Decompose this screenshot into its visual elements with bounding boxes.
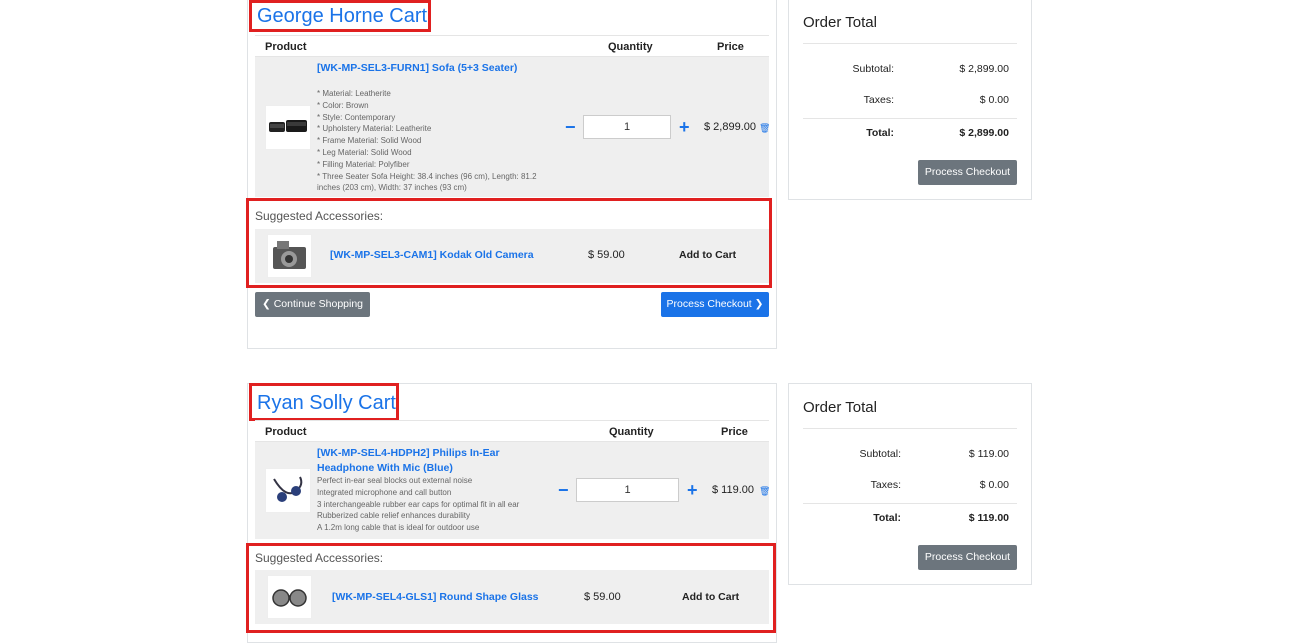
add-to-cart-button[interactable]: Add to Cart [679,249,736,261]
order-total-title: Order Total [803,399,877,416]
taxes-value: $ 0.00 [979,94,1009,106]
header-quantity: Quantity [608,41,653,53]
subtotal-value: $ 119.00 [968,448,1009,460]
order-process-checkout-button[interactable]: Process Checkout [918,545,1017,570]
suggested-accessories-box: Suggested Accessories: [WK-MP-SEL3-CAM1]… [246,198,772,288]
quantity-input[interactable]: 1 [576,478,679,502]
order-total-card: Order Total Subtotal: $ 2,899.00 Taxes: … [788,0,1032,200]
product-image [265,468,311,513]
total-value: $ 2,899.00 [959,127,1009,139]
order-process-checkout-button[interactable]: Process Checkout [918,160,1017,185]
header-quantity: Quantity [609,426,654,438]
increase-quantity-button[interactable]: + [687,481,698,499]
header-product: Product [265,41,307,53]
product-price: $ 119.00 [712,484,755,496]
subtotal-label: Subtotal: [852,63,894,75]
trash-icon[interactable]: 🗑 [759,123,770,134]
suggested-accessories-title: Suggested Accessories: [255,209,384,223]
taxes-value: $ 0.00 [979,479,1009,491]
product-description: Perfect in-ear seal blocks out external … [317,476,520,533]
increase-quantity-button[interactable]: + [679,118,690,136]
glasses-image [267,575,312,619]
total-label: Total: [873,512,901,524]
subtotal-label: Subtotal: [859,448,901,460]
order-total-title: Order Total [803,14,877,31]
divider [803,428,1017,429]
suggested-item-price: $ 59.00 [584,591,621,603]
quantity-input[interactable]: 1 [583,115,671,139]
total-value: $ 119.00 [968,512,1009,524]
header-product: Product [265,426,307,438]
suggested-item-row: [WK-MP-SEL4-GLS1] Round Shape Glass $ 59… [255,570,769,624]
suggested-accessories-box: Suggested Accessories: [WK-MP-SEL4-GLS1]… [246,543,776,633]
divider [803,503,1017,504]
divider [803,43,1017,44]
taxes-label: Taxes: [870,479,901,491]
product-name-link[interactable]: [WK-MP-SEL3-FURN1] Sofa (5+3 Seater) [317,61,557,76]
cart-title: Ryan Solly Cart [249,383,399,421]
divider [803,118,1017,119]
chevron-right-icon: ❯ [754,298,764,310]
cart-table-header: Product Quantity Price [255,35,769,57]
add-to-cart-button[interactable]: Add to Cart [682,591,739,603]
product-image [265,105,311,150]
subtotal-value: $ 2,899.00 [959,63,1009,75]
product-name-link[interactable]: [WK-MP-SEL4-HDPH2] Philips In-Ear Headph… [317,446,547,476]
header-price: Price [717,41,744,53]
suggested-accessories-title: Suggested Accessories: [255,551,384,565]
decrease-quantity-button[interactable]: − [558,481,569,499]
cart-product-row: [WK-MP-SEL4-HDPH2] Philips In-Ear Headph… [255,442,770,539]
suggested-item-link[interactable]: [WK-MP-SEL4-GLS1] Round Shape Glass [332,591,539,603]
cart-product-row: [WK-MP-SEL3-FURN1] Sofa (5+3 Seater) * M… [255,57,770,197]
cart-title: George Horne Cart [249,0,431,32]
camera-image [267,234,312,278]
suggested-item-price: $ 59.00 [588,249,625,261]
order-total-card: Order Total Subtotal: $ 119.00 Taxes: $ … [788,383,1032,585]
product-price: $ 2,899.00 [704,121,756,133]
header-price: Price [721,426,748,438]
chevron-left-icon: ❮ [261,298,271,310]
continue-shopping-button[interactable]: ❮ Continue Shopping [255,292,370,317]
product-description: * Material: Leatherite * Color: Brown * … [317,89,537,193]
decrease-quantity-button[interactable]: − [565,118,576,136]
suggested-item-link[interactable]: [WK-MP-SEL3-CAM1] Kodak Old Camera [330,249,534,261]
total-label: Total: [866,127,894,139]
suggested-item-row: [WK-MP-SEL3-CAM1] Kodak Old Camera $ 59.… [255,229,769,283]
trash-icon[interactable]: 🗑 [759,486,770,497]
process-checkout-button[interactable]: Process Checkout ❯ [661,292,769,317]
cart-table-header: Product Quantity Price [255,420,769,442]
taxes-label: Taxes: [863,94,894,106]
